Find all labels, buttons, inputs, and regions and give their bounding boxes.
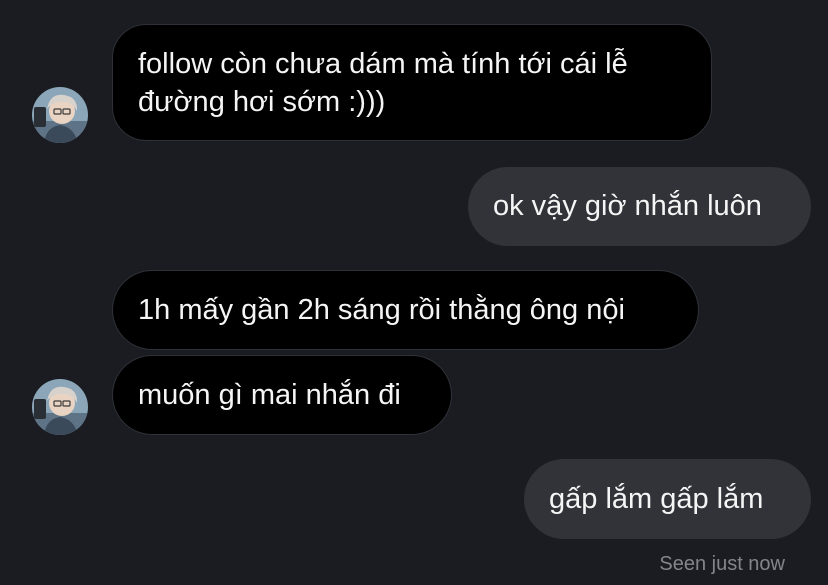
message-text-line: follow còn chưa dám mà tính tới cái lễ [138,48,628,80]
chat-screen: { "messages": [ {"sender": "them", "text… [0,0,828,585]
message-text-line: đường hơi sớm :))) [138,86,386,118]
message-bubble-incoming[interactable]: follow còn chưa dám mà tính tới cái lễ đ… [112,24,712,141]
avatar[interactable] [32,87,88,143]
message-text: muốn gì mai nhắn đi [138,379,401,411]
seen-status: Seen just now [659,553,785,575]
message-text: 1h mấy gần 2h sáng rồi thằng ông nội [138,294,625,326]
message-bubble-outgoing[interactable]: gấp lắm gấp lắm [524,459,811,539]
avatar[interactable] [32,379,88,435]
message-text: gấp lắm gấp lắm [549,483,764,515]
message-bubble-outgoing[interactable]: ok vậy giờ nhắn luôn [468,167,811,246]
message-bubble-incoming[interactable]: muốn gì mai nhắn đi [112,355,452,435]
message-bubble-incoming[interactable]: 1h mấy gần 2h sáng rồi thằng ông nội [112,270,699,350]
message-text: ok vậy giờ nhắn luôn [493,190,762,222]
